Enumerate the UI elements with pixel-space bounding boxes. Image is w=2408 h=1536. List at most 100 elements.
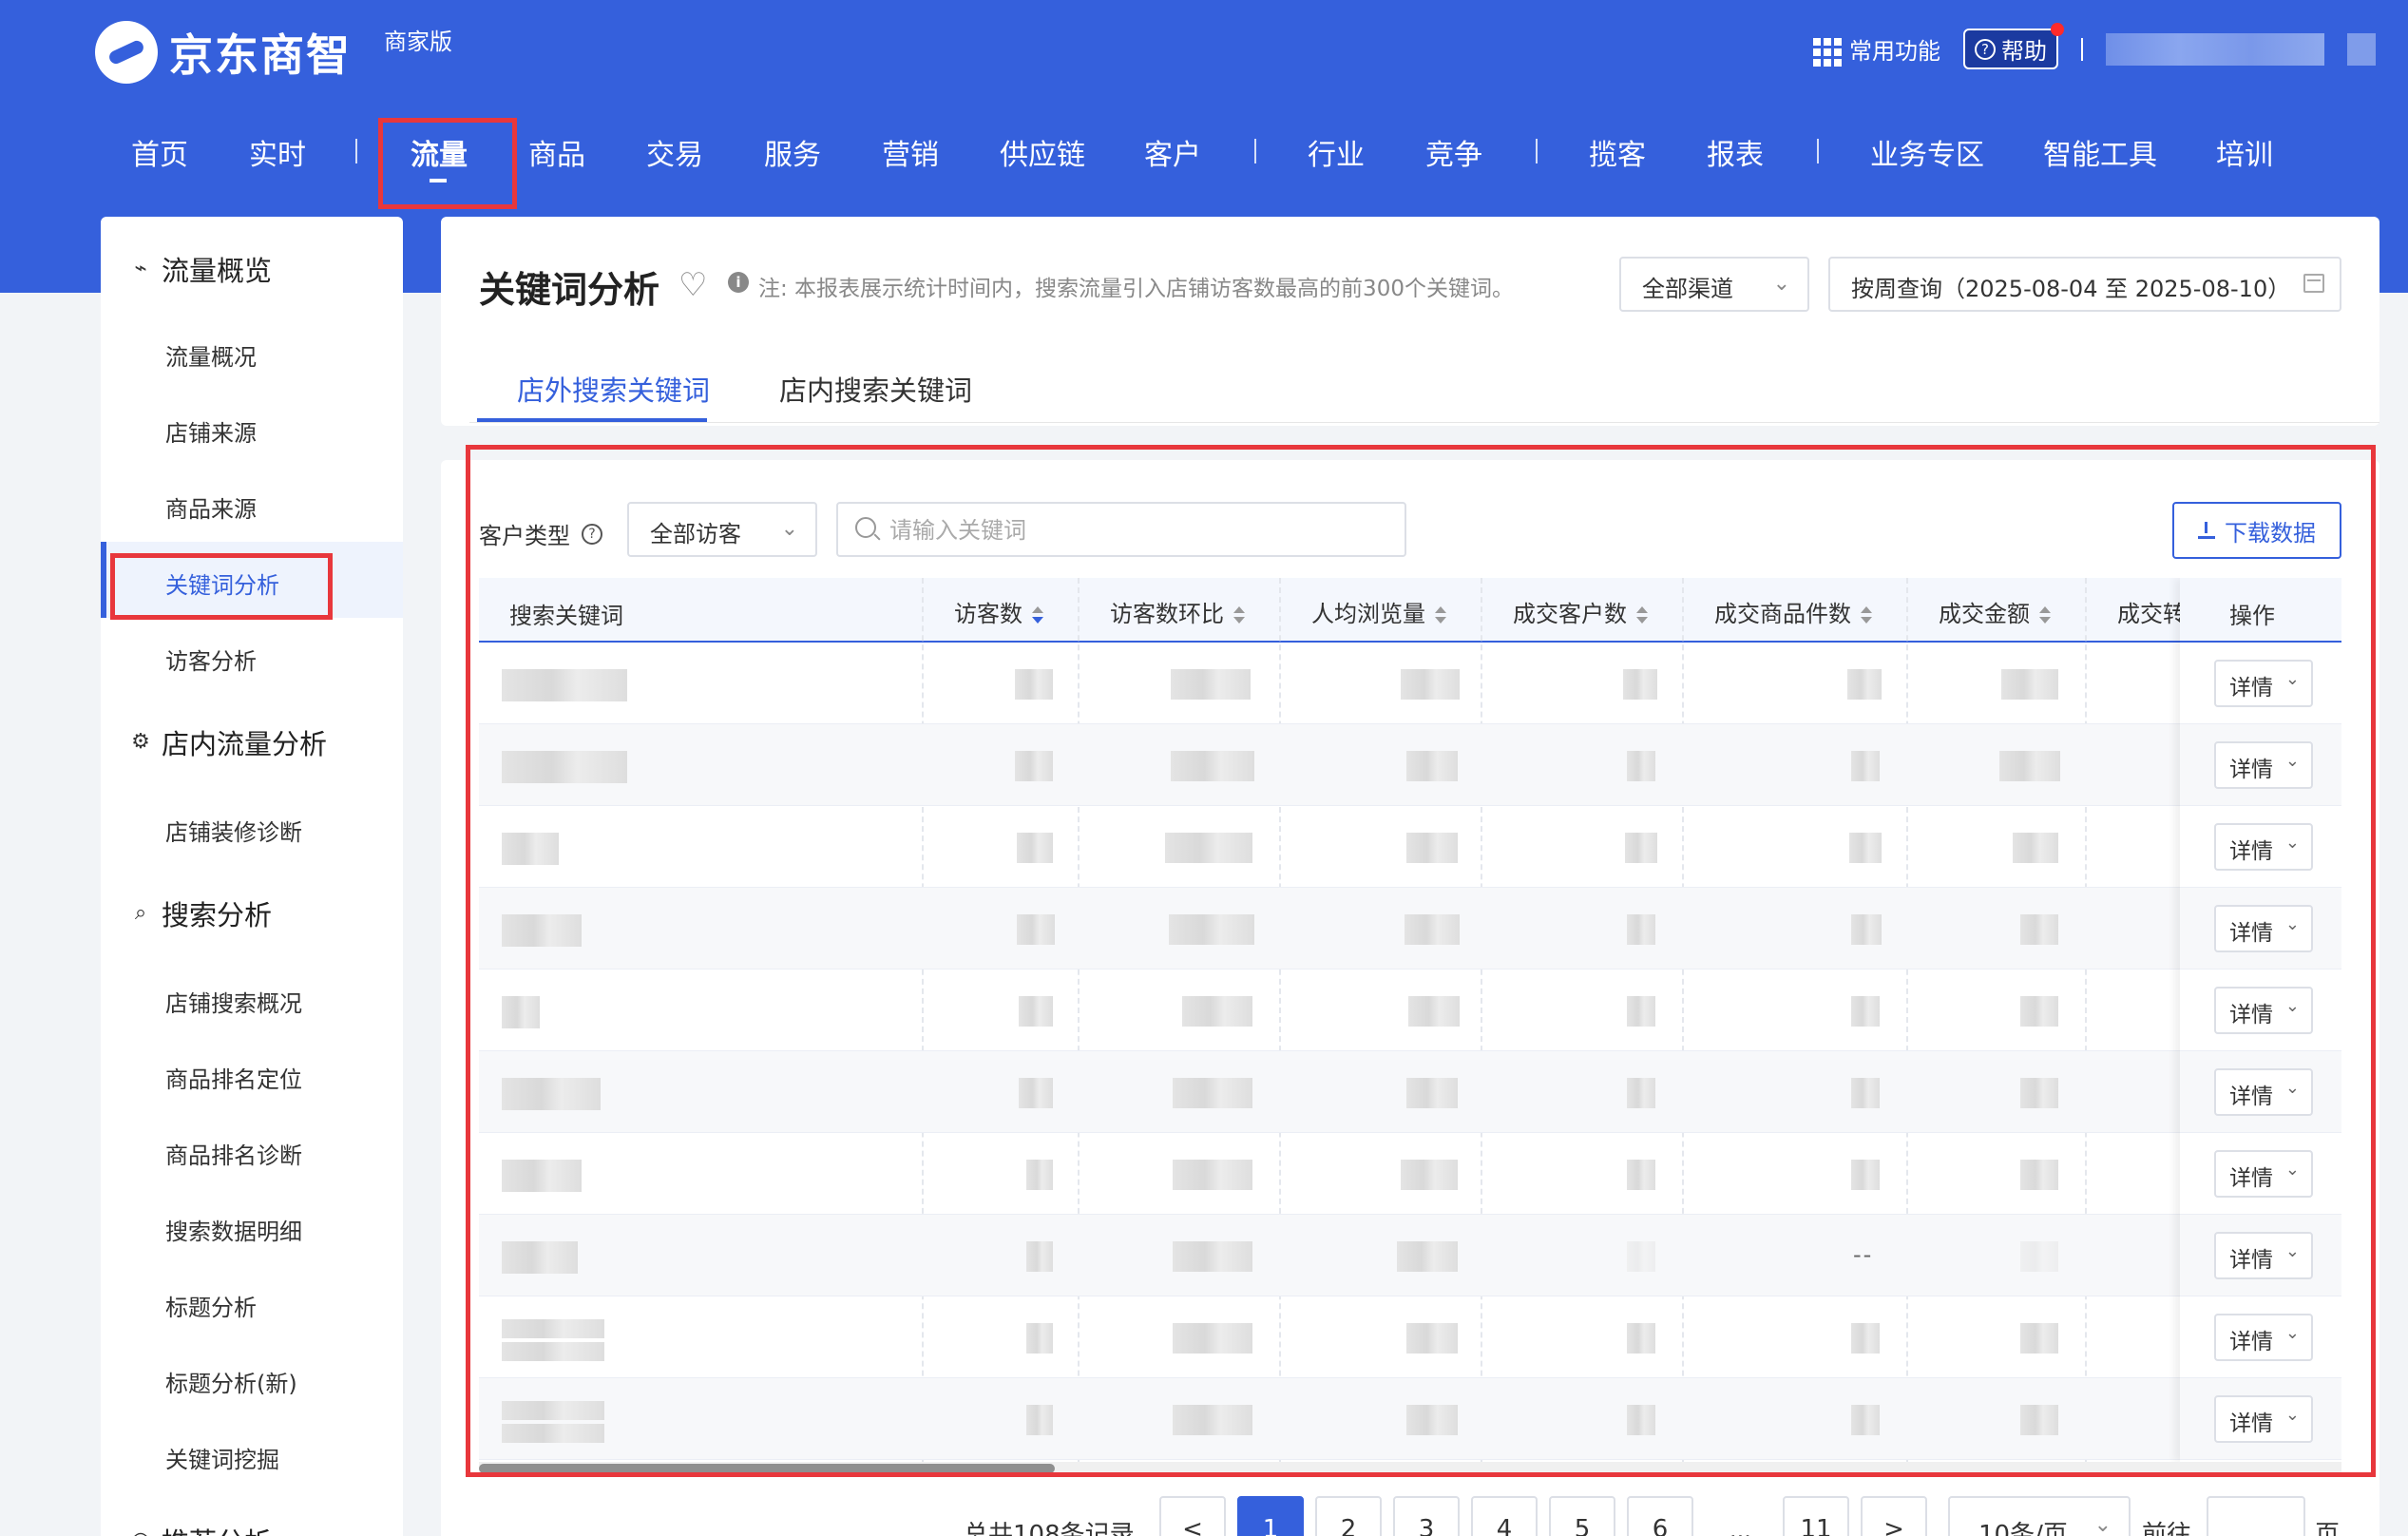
pagination-page-2[interactable]: 2 [1315, 1496, 1382, 1536]
sidebar-item-keyword-analysis[interactable]: 关键词分析 [165, 566, 279, 600]
sidebar-item-store-decoration[interactable]: 店铺装修诊断 [165, 814, 302, 847]
pagination-page-11[interactable]: 11 [1783, 1496, 1849, 1536]
nav-reports[interactable]: 报表 [1707, 131, 1764, 173]
keyword-cell[interactable] [502, 1401, 604, 1420]
col-avg-pageviews[interactable]: 人均浏览量 [1311, 595, 1446, 628]
detail-button[interactable]: 详情 ⌄ [2214, 1068, 2313, 1116]
sidebar-item-product-ranking-diagnosis[interactable]: 商品排名诊断 [165, 1137, 302, 1170]
keyword-cell[interactable] [502, 1241, 578, 1274]
pagination-page-4[interactable]: 4 [1471, 1496, 1538, 1536]
nav-home[interactable]: 首页 [131, 131, 188, 173]
pagination-next-button[interactable]: > [1861, 1496, 1927, 1536]
nav-realtime[interactable]: 实时 [249, 131, 306, 173]
data-cell [1026, 1160, 1053, 1190]
sidebar-item-product-source[interactable]: 商品来源 [165, 490, 257, 524]
sidebar-item-store-source[interactable]: 店铺来源 [165, 414, 257, 448]
keyword-search-input[interactable] [889, 513, 1384, 547]
sidebar-item-product-ranking-position[interactable]: 商品排名定位 [165, 1061, 302, 1094]
sidebar-item-search-data-detail[interactable]: 搜索数据明细 [165, 1213, 302, 1246]
detail-button[interactable]: 详情 ⌄ [2214, 1314, 2313, 1361]
sidebar-item-store-search-overview[interactable]: 店铺搜索概况 [165, 985, 302, 1018]
sidebar-group-traffic-overview[interactable]: ⌁ 流量概览 [129, 249, 272, 289]
col-conversion[interactable]: 成交转 [2117, 595, 2186, 628]
nav-smart-tools[interactable]: 智能工具 [2043, 131, 2157, 173]
detail-label: 详情 [2229, 758, 2273, 782]
tab-external-search-keywords[interactable]: 店外搜索关键词 [517, 369, 710, 409]
pagination-page-1[interactable]: 1 [1237, 1496, 1304, 1536]
keyword-cell[interactable] [502, 751, 627, 783]
sort-icon[interactable] [1233, 605, 1245, 624]
detail-button[interactable]: 详情 ⌄ [2214, 987, 2313, 1034]
channel-select[interactable]: 全部渠道 ⌄ [1619, 257, 1809, 312]
help-button[interactable]: ? 帮助 [1963, 23, 2064, 69]
tab-internal-search-keywords[interactable]: 店内搜索关键词 [779, 369, 972, 409]
sidebar-item-visitor-analysis[interactable]: 访客分析 [165, 643, 257, 676]
sort-icon[interactable] [2039, 605, 2051, 624]
nav-competition[interactable]: 竞争 [1425, 131, 1482, 173]
nav-products[interactable]: 商品 [528, 131, 585, 173]
pagination-page-6[interactable]: 6 [1627, 1496, 1693, 1536]
sidebar-group-recommend-analysis[interactable]: ◎ 推荐分析 [129, 1521, 272, 1536]
detail-button[interactable]: 详情 ⌄ [2214, 660, 2313, 707]
goto-page-input[interactable] [2207, 1496, 2305, 1536]
detail-button[interactable]: 详情 ⌄ [2214, 905, 2313, 952]
data-cell [1401, 669, 1460, 700]
sidebar-item-traffic-summary[interactable]: 流量概况 [165, 338, 257, 372]
nav-transactions[interactable]: 交易 [646, 131, 703, 173]
keyword-cell[interactable] [502, 669, 627, 701]
keyword-cell[interactable] [502, 1160, 582, 1192]
nav-supply-chain[interactable]: 供应链 [1000, 131, 1085, 173]
keyword-cell[interactable] [502, 996, 540, 1028]
keyword-cell[interactable] [502, 1319, 604, 1338]
nav-training[interactable]: 培训 [2216, 131, 2273, 173]
nav-traffic[interactable]: 流量 [411, 131, 468, 173]
sort-icon[interactable] [1636, 605, 1648, 624]
sidebar-group-in-store-traffic[interactable]: ⚙ 店内流量分析 [129, 722, 327, 762]
help-circle-icon[interactable]: ? [582, 523, 602, 545]
sort-icon[interactable] [1435, 605, 1446, 624]
nav-customers[interactable]: 客户 [1144, 131, 1201, 173]
jd-logo[interactable]: 京东商智 [95, 21, 352, 84]
pagination-prev-button[interactable]: < [1159, 1496, 1226, 1536]
data-cell [1851, 1323, 1880, 1354]
sort-icon[interactable] [1032, 605, 1043, 624]
sort-icon[interactable] [1861, 605, 1872, 624]
nav-industry[interactable]: 行业 [1308, 131, 1365, 173]
download-data-button[interactable]: 下载数据 [2172, 502, 2341, 559]
col-sales-amount[interactable]: 成交金额 [1939, 595, 2051, 628]
nav-acquisition[interactable]: 揽客 [1589, 131, 1646, 173]
nav-service[interactable]: 服务 [764, 131, 821, 173]
detail-button[interactable]: 详情 ⌄ [2214, 741, 2313, 789]
detail-button[interactable]: 详情 ⌄ [2214, 823, 2313, 871]
scrollbar-thumb[interactable] [479, 1464, 1055, 1473]
col-items-sold[interactable]: 成交商品件数 [1714, 595, 1872, 628]
horizontal-scrollbar[interactable] [479, 1462, 2341, 1475]
page-size-select[interactable]: 10条/页 ⌄ [1948, 1496, 2131, 1536]
detail-button[interactable]: 详情 ⌄ [2214, 1395, 2313, 1443]
keyword-search-box[interactable] [836, 502, 1406, 557]
data-cell [1851, 914, 1882, 945]
sidebar-item-keyword-mining[interactable]: 关键词挖掘 [165, 1441, 279, 1474]
sidebar-group-search-analysis[interactable]: ⌕ 搜索分析 [129, 893, 272, 933]
pagination-page-3[interactable]: 3 [1393, 1496, 1460, 1536]
col-visitors[interactable]: 访客数 [954, 595, 1043, 628]
detail-button[interactable]: 详情 ⌄ [2214, 1232, 2313, 1279]
detail-button[interactable]: 详情 ⌄ [2214, 1150, 2313, 1198]
nav-marketing[interactable]: 营销 [882, 131, 939, 173]
keyword-cell[interactable] [502, 914, 582, 947]
nav-business-zone[interactable]: 业务专区 [1870, 131, 1984, 173]
pagination-ellipsis[interactable]: ... [1730, 1517, 1751, 1536]
col-visitors-mom[interactable]: 访客数环比 [1110, 595, 1245, 628]
user-account[interactable] [2106, 32, 2324, 66]
sidebar-item-title-analysis-new[interactable]: 标题分析(新) [165, 1365, 297, 1398]
date-range-picker[interactable]: 按周查询（2025-08-04 至 2025-08-10） [1828, 257, 2341, 312]
pagination-page-5[interactable]: 5 [1549, 1496, 1615, 1536]
customer-type-select[interactable]: 全部访客 ⌄ [627, 502, 817, 557]
sidebar-item-title-analysis[interactable]: 标题分析 [165, 1289, 257, 1322]
user-avatar[interactable] [2347, 32, 2376, 66]
keyword-cell[interactable] [502, 1078, 601, 1110]
common-functions-button[interactable]: 常用功能 [1813, 32, 1940, 67]
keyword-cell[interactable] [502, 833, 559, 865]
heart-icon[interactable]: ♡ [678, 266, 707, 304]
col-buyers[interactable]: 成交客户数 [1513, 595, 1648, 628]
